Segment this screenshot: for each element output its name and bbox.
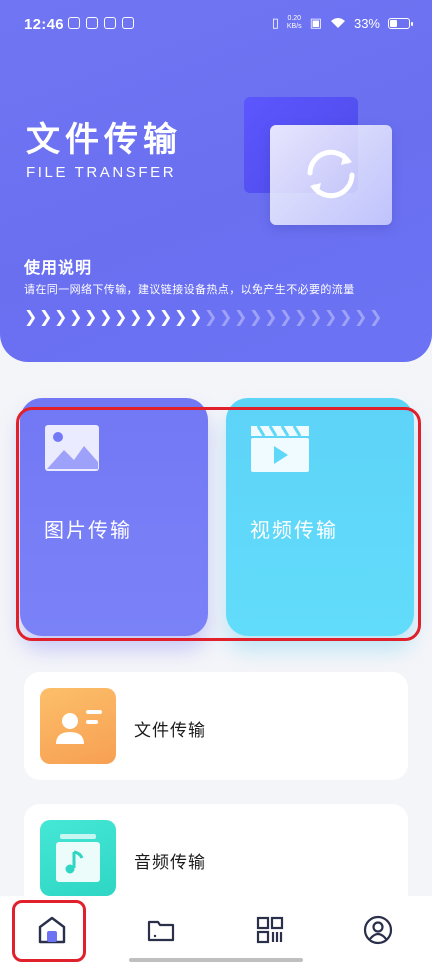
nav-profile[interactable] (358, 910, 398, 950)
net-speed-unit: KB/s (286, 23, 302, 30)
sync-icon (307, 149, 355, 199)
wifi-icon (330, 18, 345, 28)
nav-scan[interactable] (250, 910, 290, 950)
chevron-icon: ❯ (294, 309, 308, 326)
chevron-icon: ❯ (114, 309, 128, 326)
chevron-icon: ❯ (144, 309, 158, 326)
chevron-icon: ❯ (219, 309, 233, 326)
chevron-icon: ❯ (174, 309, 188, 326)
tiktok-notification-icon (68, 17, 80, 29)
net-speed: 0.20 KB/s (287, 15, 302, 31)
chevron-icon: ❯ (249, 309, 263, 326)
chevron-icon: ❯ (99, 309, 113, 326)
chevron-icon: ❯ (69, 309, 83, 326)
status-bar: 12:46 ▯ 0.20 KB/s ▣ 33% (0, 0, 432, 50)
chevron-icon: ❯ (24, 309, 38, 326)
battery-icon (388, 17, 413, 29)
hero-banner: 12:46 ▯ 0.20 KB/s ▣ 33% 文件传输 FILE TRANSF… (0, 0, 432, 362)
profile-icon (363, 915, 393, 945)
chevron-icon: ❯ (54, 309, 68, 326)
chevron-icon: ❯ (204, 309, 218, 326)
chevron-icon: ❯ (189, 309, 203, 326)
chevron-icon: ❯ (309, 309, 323, 326)
chevron-icon: ❯ (264, 309, 278, 326)
nav-files[interactable] (141, 910, 181, 950)
chevron-icon: ❯ (324, 309, 338, 326)
folder-icon (147, 920, 175, 942)
link-notification-icon (104, 17, 116, 29)
file-transfer-label: 文件传输 (134, 721, 206, 740)
video-transfer-card[interactable]: 视频传输 (226, 398, 414, 636)
hero-subtitle: FILE TRANSFER (26, 164, 177, 181)
sim-icon: ▣ (309, 15, 322, 30)
vibrate-icon: ▯ (271, 15, 279, 30)
video-transfer-label: 视频传输 (250, 520, 338, 542)
audio-transfer-label: 音频传输 (134, 853, 206, 872)
app-notification-icon (86, 17, 98, 29)
chevron-icon: ❯ (234, 309, 248, 326)
music-note-icon (40, 820, 116, 896)
chevron-icon: ❯ (129, 309, 143, 326)
usage-title: 使用说明 (24, 260, 93, 277)
chevron-icon: ❯ (279, 309, 293, 326)
notification-icons (68, 17, 134, 29)
battery-text: 33% (353, 15, 380, 31)
file-transfer-card[interactable]: 文件传输 (24, 672, 408, 780)
gesture-home-indicator[interactable] (129, 958, 303, 962)
chevron-icon: ❯ (84, 309, 98, 326)
status-time: 12:46 (24, 16, 64, 33)
contact-card-icon (40, 688, 116, 764)
chevron-progress-decoration: ❯ ❯ ❯ ❯ ❯ ❯ ❯ ❯ ❯ ❯ ❯ ❯ ❯ ❯ ❯ ❯ ❯ ❯ ❯ ❯ ❯ ❯ ❯ ❯ (24, 307, 382, 327)
chevron-icon: ❯ (354, 309, 368, 326)
image-icon (45, 425, 99, 471)
video-clapper-icon (251, 425, 309, 472)
chevron-icon: ❯ (159, 309, 173, 326)
scan-icon (256, 916, 284, 944)
usage-text: 请在同一网络下传输，建议链接设备热点，以免产生不必要的流量 (24, 284, 355, 296)
nav-home[interactable] (32, 910, 72, 950)
home-icon (38, 916, 66, 944)
transfer-illustration (240, 95, 400, 235)
hero-title: 文件传输 (26, 121, 182, 159)
chevron-icon: ❯ (369, 309, 383, 326)
image-transfer-card[interactable]: 图片传输 (20, 398, 208, 636)
bottom-navigation (0, 896, 432, 964)
image-transfer-label: 图片传输 (44, 520, 132, 542)
chevron-icon: ❯ (39, 309, 53, 326)
net-speed-value: 0.20 (287, 15, 302, 22)
chevron-icon: ❯ (339, 309, 353, 326)
game-notification-icon (122, 17, 134, 29)
status-right: ▯ 0.20 KB/s ▣ 33% (271, 15, 413, 31)
